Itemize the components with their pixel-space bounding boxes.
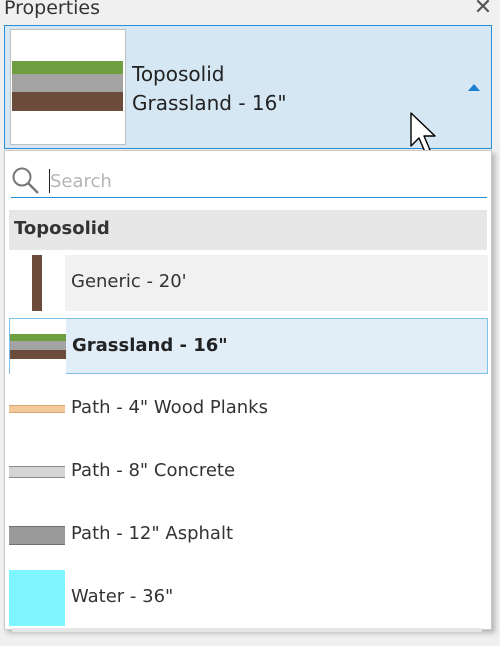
item-label: Water - 36" bbox=[71, 586, 174, 607]
type-preview-image bbox=[10, 29, 126, 145]
type-family-label: Toposolid bbox=[132, 62, 225, 86]
wood-planks-swatch bbox=[9, 381, 65, 437]
concrete-swatch bbox=[9, 444, 65, 500]
list-item-path-4-wood-planks[interactable]: Path - 4" Wood Planks bbox=[9, 381, 488, 437]
group-header-toposolid: Toposolid bbox=[9, 210, 487, 250]
text-caret bbox=[49, 169, 50, 193]
item-label: Path - 4" Wood Planks bbox=[71, 397, 268, 418]
item-label: Grassland - 16" bbox=[72, 335, 228, 356]
item-label: Path - 8" Concrete bbox=[71, 460, 236, 481]
water-swatch bbox=[9, 570, 65, 626]
type-name-label: Grassland - 16" bbox=[132, 91, 287, 115]
list-item-path-12-asphalt[interactable]: Path - 12" Asphalt bbox=[9, 507, 488, 563]
caret-up-icon[interactable] bbox=[468, 84, 480, 91]
list-item-path-8-concrete[interactable]: Path - 8" Concrete bbox=[9, 444, 488, 500]
asphalt-swatch bbox=[9, 507, 65, 563]
group-header-label: Toposolid bbox=[14, 218, 110, 239]
generic-swatch bbox=[9, 255, 65, 311]
search-icon bbox=[12, 167, 39, 194]
grassland-swatch bbox=[10, 319, 66, 375]
search-input[interactable] bbox=[50, 167, 480, 195]
type-dropdown-list: Toposolid Generic - 20' Grassland - 16" … bbox=[4, 150, 492, 630]
item-label: Path - 12" Asphalt bbox=[71, 523, 233, 544]
list-item-water-36[interactable]: Water - 36" bbox=[9, 570, 488, 626]
panel-content-below bbox=[12, 628, 482, 632]
item-label: Generic - 20' bbox=[71, 271, 187, 292]
list-item-generic-20[interactable]: Generic - 20' bbox=[9, 255, 488, 311]
search-underline bbox=[11, 197, 487, 198]
close-icon[interactable]: ✕ bbox=[470, 0, 496, 20]
properties-title-bar: Properties ✕ bbox=[0, 0, 500, 24]
list-item-grassland-16[interactable]: Grassland - 16" bbox=[9, 318, 488, 375]
panel-title: Properties bbox=[4, 0, 101, 19]
type-selector[interactable]: Toposolid Grassland - 16" bbox=[4, 25, 492, 153]
